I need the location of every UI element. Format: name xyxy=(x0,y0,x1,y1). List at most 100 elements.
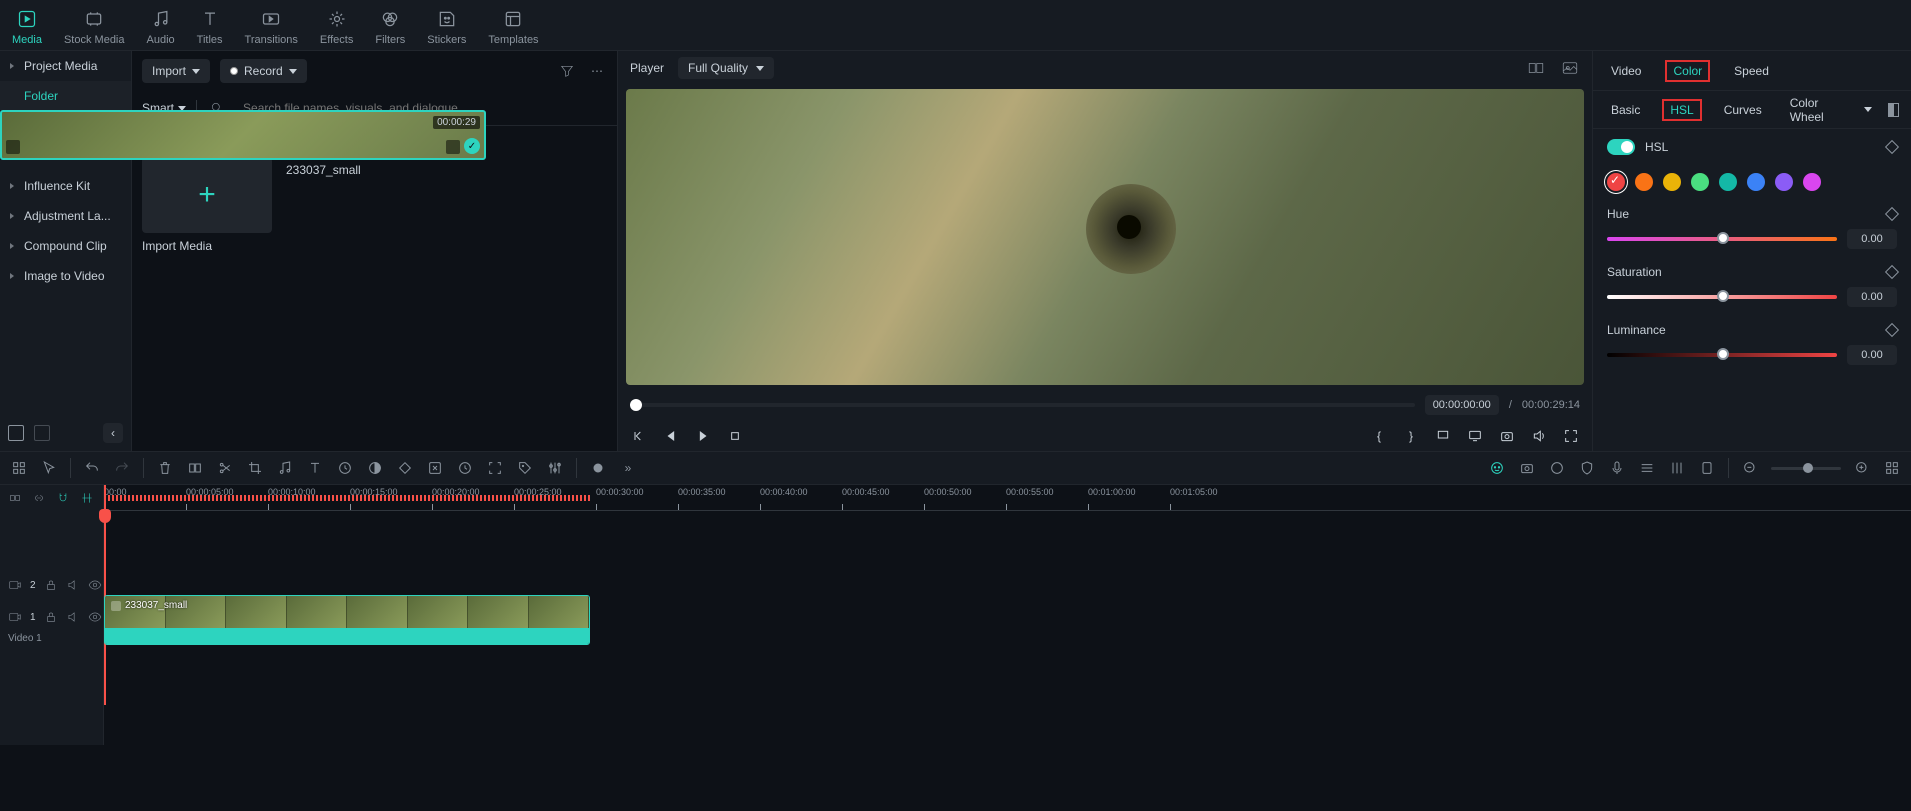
sidebar-item-compound[interactable]: Compound Clip xyxy=(0,231,131,261)
timeline-ruler[interactable]: 00:00 00:00:05:00 00:00:10:00 00:00:15:0… xyxy=(104,485,1911,511)
new-folder-icon[interactable] xyxy=(8,425,24,441)
grid-icon[interactable] xyxy=(10,459,28,477)
lock-icon[interactable] xyxy=(44,610,58,624)
slider-handle[interactable] xyxy=(1717,348,1729,360)
adjust-icon[interactable] xyxy=(426,459,444,477)
slider-handle[interactable] xyxy=(1717,290,1729,302)
tool-audio[interactable]: Audio xyxy=(147,8,175,46)
aperture-icon[interactable] xyxy=(1548,459,1566,477)
quality-select[interactable]: Full Quality xyxy=(678,57,774,79)
bracket-open-icon[interactable]: { xyxy=(1370,427,1388,445)
color-icon[interactable] xyxy=(366,459,384,477)
sidebar-item-folder[interactable]: Folder xyxy=(0,81,131,111)
play-icon[interactable] xyxy=(694,427,712,445)
keyframe-icon[interactable] xyxy=(1885,265,1899,279)
chain-icon[interactable] xyxy=(32,491,46,505)
split-icon[interactable] xyxy=(216,459,234,477)
tag-icon[interactable] xyxy=(516,459,534,477)
import-media-tile[interactable]: + Import Media xyxy=(142,157,272,253)
undo-icon[interactable] xyxy=(83,459,101,477)
keyframe-icon[interactable] xyxy=(1885,323,1899,337)
prev-frame-icon[interactable] xyxy=(630,427,648,445)
magnet-icon[interactable] xyxy=(56,491,70,505)
mute-icon[interactable] xyxy=(66,578,80,592)
swatch-red[interactable] xyxy=(1607,173,1625,191)
shield-icon[interactable] xyxy=(1578,459,1596,477)
tool-stickers[interactable]: Stickers xyxy=(427,8,466,46)
more-icon[interactable]: ⋯ xyxy=(587,61,607,81)
swatch-purple[interactable] xyxy=(1775,173,1793,191)
volume-icon[interactable] xyxy=(1530,427,1548,445)
sidebar-item-project-media[interactable]: Project Media xyxy=(0,51,131,81)
import-button[interactable]: Import xyxy=(142,59,210,83)
more-tl-icon[interactable]: » xyxy=(619,459,637,477)
compare-view-icon[interactable] xyxy=(1526,58,1546,78)
saturation-slider[interactable] xyxy=(1607,295,1837,299)
snap-icon[interactable] xyxy=(80,491,94,505)
saturation-value[interactable]: 0.00 xyxy=(1847,287,1897,307)
tool-transitions[interactable]: Transitions xyxy=(245,8,298,46)
tab-speed[interactable]: Speed xyxy=(1728,60,1775,82)
tool-media[interactable]: Media xyxy=(12,8,42,46)
timeline-clip[interactable]: 233037_small xyxy=(104,595,590,645)
scrub-bar[interactable] xyxy=(630,403,1415,407)
chevron-down-icon[interactable] xyxy=(1864,107,1872,112)
keyframe-icon[interactable] xyxy=(1885,140,1899,154)
eye-icon[interactable] xyxy=(88,578,102,592)
keyframe-icon[interactable] xyxy=(1885,207,1899,221)
focus-icon[interactable] xyxy=(486,459,504,477)
tool-titles[interactable]: Titles xyxy=(197,8,223,46)
view-options-icon[interactable] xyxy=(1883,459,1901,477)
tab-hsl[interactable]: HSL xyxy=(1662,99,1701,121)
mute-icon[interactable] xyxy=(66,610,80,624)
hsl-toggle[interactable] xyxy=(1607,139,1635,155)
list-icon[interactable] xyxy=(1638,459,1656,477)
luminance-slider[interactable] xyxy=(1607,353,1837,357)
video-preview[interactable] xyxy=(626,89,1584,385)
compare-icon[interactable] xyxy=(1888,103,1899,117)
link-icon[interactable] xyxy=(8,491,22,505)
tool-stock[interactable]: Stock Media xyxy=(64,8,125,46)
text-icon[interactable] xyxy=(306,459,324,477)
camera-icon[interactable] xyxy=(1498,427,1516,445)
zoom-slider[interactable] xyxy=(1771,467,1841,470)
hue-value[interactable]: 0.00 xyxy=(1847,229,1897,249)
swatch-blue[interactable] xyxy=(1747,173,1765,191)
lock-icon[interactable] xyxy=(44,578,58,592)
camera-tl-icon[interactable] xyxy=(1518,459,1536,477)
delete-icon[interactable] xyxy=(156,459,174,477)
filter-icon[interactable] xyxy=(557,61,577,81)
marker-icon[interactable] xyxy=(1698,459,1716,477)
zoom-out-icon[interactable] xyxy=(1741,459,1759,477)
stop-icon[interactable] xyxy=(726,427,744,445)
tool-filters[interactable]: Filters xyxy=(375,8,405,46)
play-backward-icon[interactable] xyxy=(662,427,680,445)
clock-icon[interactable] xyxy=(456,459,474,477)
mic-icon[interactable] xyxy=(1608,459,1626,477)
media-clip-tile[interactable]: 00:00:29 ✓ 233037_small xyxy=(286,157,416,253)
tab-color-wheel[interactable]: Color Wheel xyxy=(1784,92,1832,128)
sidebar-item-influence-kit[interactable]: Influence Kit xyxy=(0,171,131,201)
record-tl-icon[interactable] xyxy=(589,459,607,477)
keyframe-tl-icon[interactable] xyxy=(396,459,414,477)
collapse-sidebar-icon[interactable]: ‹ xyxy=(103,423,123,443)
tab-color[interactable]: Color xyxy=(1665,60,1710,82)
display-icon[interactable] xyxy=(1466,427,1484,445)
sliders-icon[interactable] xyxy=(546,459,564,477)
tab-video[interactable]: Video xyxy=(1605,60,1647,82)
tab-curves[interactable]: Curves xyxy=(1718,99,1768,121)
slider-handle[interactable] xyxy=(1717,232,1729,244)
tab-basic[interactable]: Basic xyxy=(1605,99,1646,121)
tool-templates[interactable]: Templates xyxy=(488,8,538,46)
sidebar-item-image-to-video[interactable]: Image to Video xyxy=(0,261,131,291)
cursor-icon[interactable] xyxy=(40,459,58,477)
swatch-green[interactable] xyxy=(1691,173,1709,191)
record-button[interactable]: Record xyxy=(220,59,307,83)
speed-icon[interactable] xyxy=(336,459,354,477)
tool-effects[interactable]: Effects xyxy=(320,8,353,46)
new-bin-icon[interactable] xyxy=(34,425,50,441)
fullscreen-icon[interactable] xyxy=(1562,427,1580,445)
luminance-value[interactable]: 0.00 xyxy=(1847,345,1897,365)
snapshot-icon[interactable] xyxy=(1560,58,1580,78)
hue-slider[interactable] xyxy=(1607,237,1837,241)
